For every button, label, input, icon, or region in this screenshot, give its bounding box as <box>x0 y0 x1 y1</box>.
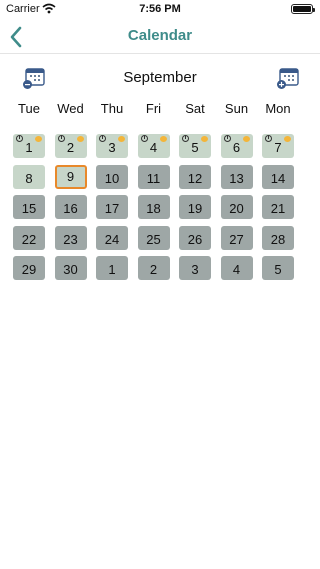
weekday-label: Sat <box>185 101 205 116</box>
day-number: 18 <box>146 201 161 216</box>
day-cell[interactable]: 4 <box>137 134 170 158</box>
day-cell[interactable]: 14 <box>262 164 294 189</box>
day-cell[interactable]: 9 <box>54 164 87 189</box>
day-number: 22 <box>21 231 37 247</box>
battery-icon <box>291 4 315 14</box>
day-number: 5 <box>274 262 282 277</box>
weekday-label: Tue <box>18 101 40 116</box>
status-bar: Carrier 7:56 PM <box>0 0 320 20</box>
day-number: 26 <box>187 231 203 247</box>
day-cell[interactable]: 10 <box>96 164 128 189</box>
day-number: 4 <box>232 262 241 277</box>
day-number: 24 <box>104 231 120 247</box>
navigation-bar: Calendar <box>0 20 320 54</box>
weekday-header: Tue Wed Thu Fri Sat Sun Mon <box>13 101 307 119</box>
day-cell[interactable]: 1 <box>96 256 128 280</box>
day-number: 23 <box>63 231 78 247</box>
day-number: 5 <box>191 140 199 155</box>
day-cell[interactable]: 5 <box>262 256 294 280</box>
day-number: 14 <box>270 170 286 186</box>
day-number: 27 <box>229 231 244 247</box>
day-cell[interactable]: 15 <box>13 195 45 219</box>
day-cell[interactable]: 22 <box>13 225 45 250</box>
day-cell[interactable]: 7 <box>262 134 294 158</box>
day-number: 2 <box>66 140 75 155</box>
day-cell[interactable]: 28 <box>262 225 294 250</box>
calendar-grid: 1 2 3 4 5 6 7 8 9 10 11 12 13 14 15 16 17 18 19 20 21 22 23 24 2… <box>13 134 307 280</box>
day-cell[interactable]: 2 <box>54 134 87 158</box>
month-header: September <box>0 64 320 92</box>
clock-time: 7:56 PM <box>139 3 181 15</box>
day-cell[interactable]: 16 <box>54 195 87 219</box>
weekday-label: Wed <box>57 101 84 116</box>
day-cell[interactable]: 19 <box>179 195 211 219</box>
day-cell[interactable]: 21 <box>262 195 294 219</box>
day-cell[interactable]: 2 <box>137 256 170 280</box>
day-number: 10 <box>104 170 120 186</box>
day-cell[interactable]: 26 <box>179 225 211 250</box>
day-cell[interactable]: 3 <box>179 256 211 280</box>
day-number: 3 <box>108 140 116 155</box>
day-cell[interactable]: 23 <box>54 225 87 250</box>
day-cell[interactable]: 29 <box>13 256 45 280</box>
day-number: 9 <box>66 168 75 184</box>
month-label: September <box>123 69 197 86</box>
day-number: 4 <box>149 140 158 155</box>
day-cell[interactable]: 3 <box>96 134 128 158</box>
day-cell[interactable]: 6 <box>220 134 253 158</box>
day-cell[interactable]: 5 <box>179 134 211 158</box>
day-number: 3 <box>191 262 199 277</box>
weekday-label: Sun <box>224 101 249 116</box>
weekday-label: Fri <box>145 101 162 116</box>
day-number: 13 <box>229 170 244 186</box>
day-cell[interactable]: 20 <box>220 195 253 219</box>
day-cell[interactable]: 1 <box>13 134 45 158</box>
day-number: 15 <box>21 201 37 216</box>
day-cell[interactable]: 12 <box>179 164 211 189</box>
day-number: 30 <box>63 262 78 277</box>
day-number: 12 <box>187 170 203 186</box>
day-cell[interactable]: 18 <box>137 195 170 219</box>
weekday-label: Thu <box>100 101 124 116</box>
day-number: 25 <box>146 231 161 247</box>
day-number: 16 <box>63 201 78 216</box>
day-cell[interactable]: 27 <box>220 225 253 250</box>
day-number: 1 <box>25 140 33 155</box>
day-number: 7 <box>274 140 282 155</box>
day-cell[interactable]: 17 <box>96 195 128 219</box>
day-cell[interactable]: 8 <box>13 164 45 189</box>
day-number: 20 <box>229 201 244 216</box>
day-number: 21 <box>270 201 286 216</box>
day-number: 28 <box>270 231 286 247</box>
day-cell[interactable]: 11 <box>137 164 170 189</box>
day-number: 6 <box>232 140 241 155</box>
day-cell[interactable]: 4 <box>220 256 253 280</box>
day-number: 2 <box>149 262 158 277</box>
day-cell[interactable]: 24 <box>96 225 128 250</box>
calendar-plus-icon[interactable] <box>276 66 300 90</box>
day-number: 29 <box>21 262 37 277</box>
day-number: 8 <box>25 170 33 186</box>
day-number: 17 <box>104 201 120 216</box>
weekday-label: Mon <box>265 101 291 116</box>
page-title: Calendar <box>127 27 193 44</box>
day-number: 19 <box>187 201 203 216</box>
day-number: 1 <box>108 262 116 277</box>
day-cell[interactable]: 25 <box>137 225 170 250</box>
day-number: 11 <box>146 170 161 186</box>
day-cell[interactable]: 13 <box>220 164 253 189</box>
day-cell[interactable]: 30 <box>54 256 87 280</box>
